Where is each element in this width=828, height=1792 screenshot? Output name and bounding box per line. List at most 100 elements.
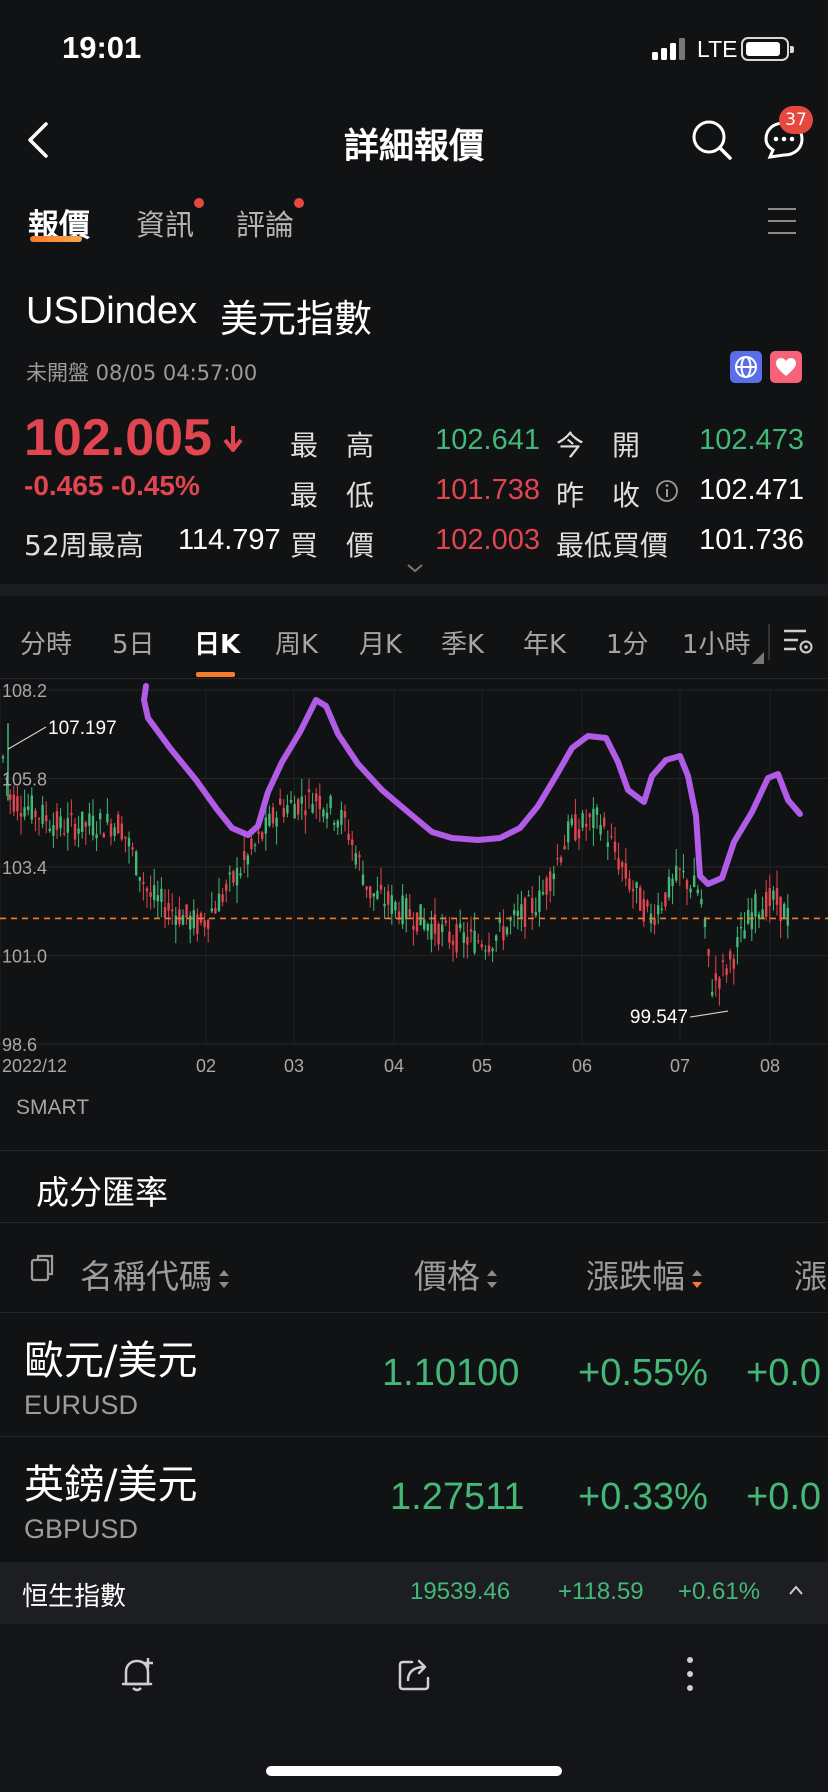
comments-dot (294, 198, 305, 208)
candle-body (1, 756, 5, 759)
sort-icon (219, 1269, 229, 1288)
chart-tab-5day[interactable]: 5日 (112, 624, 155, 661)
copy-icon[interactable] (28, 1252, 56, 1284)
candle-body (682, 870, 685, 873)
candle-body (750, 912, 753, 930)
expand-chevron-icon[interactable] (406, 562, 424, 574)
candle-body (588, 814, 591, 818)
candle-body (124, 836, 127, 839)
candle-body (19, 812, 23, 817)
candle-body (772, 890, 775, 900)
chart-tab-daily[interactable]: 日K (194, 624, 240, 661)
row-name[interactable]: 歐元/美元 (24, 1328, 197, 1386)
battery-icon (741, 37, 794, 61)
col-name-code[interactable]: 名稱代碼 (80, 1250, 230, 1298)
candle-body (466, 936, 469, 945)
tab-comments[interactable]: 評論 (236, 198, 305, 244)
candle-body (754, 893, 757, 917)
candle-body (232, 871, 235, 883)
row-name[interactable]: 英鎊/美元 (24, 1452, 197, 1510)
candle-body (376, 890, 379, 899)
col-change[interactable]: 漲 (794, 1250, 827, 1298)
tab-news[interactable]: 資訊 (136, 198, 205, 244)
col-price-label: 價格 (414, 1257, 480, 1296)
chart-tab-yearly[interactable]: 年K (523, 624, 566, 661)
x-tick-label: 08 (760, 1056, 780, 1076)
x-tick-label: 04 (384, 1056, 404, 1076)
search-icon[interactable] (690, 118, 734, 162)
candle-body (743, 930, 746, 939)
chart-tab-monthly[interactable]: 月K (359, 624, 402, 661)
candle-body (469, 929, 473, 932)
candle-body (509, 919, 512, 921)
candle-body (721, 960, 725, 962)
candle-body (275, 817, 278, 827)
candle-body (653, 918, 656, 926)
candle-body (390, 895, 393, 914)
candle-body (203, 920, 206, 928)
candle-body (127, 837, 131, 847)
candle-body (365, 886, 368, 890)
min-marker-line (689, 1010, 729, 1018)
bid-value: 102.003 (435, 524, 540, 556)
share-icon[interactable] (394, 1654, 434, 1694)
more-vertical-icon[interactable] (682, 1654, 698, 1694)
candle-body (646, 900, 649, 907)
candle-body (718, 977, 721, 989)
chart-tab-1min[interactable]: 1分 (606, 624, 649, 661)
col-price[interactable]: 價格 (414, 1250, 498, 1298)
candle-body (174, 915, 177, 925)
chart-tab-underline (196, 672, 235, 677)
candle-body (595, 807, 599, 815)
favorite-heart-icon[interactable] (770, 351, 802, 383)
candle-body (343, 811, 347, 818)
menu-icon[interactable] (766, 206, 798, 236)
candle-body (77, 828, 80, 834)
row-change-pct: +0.33% (578, 1476, 708, 1518)
chart-tab-intraday[interactable]: 分時 (20, 624, 72, 661)
chart-settings-icon[interactable] (780, 624, 814, 658)
candle-body (48, 828, 51, 832)
max-price-marker: 107.197 (48, 718, 117, 739)
add-alert-bell-icon[interactable] (118, 1654, 158, 1694)
min-bid-label: 最低買價 (556, 529, 669, 562)
candle-body (217, 893, 221, 912)
candle-body (340, 809, 343, 825)
candle-body (552, 873, 555, 880)
chart-tab-1hour[interactable]: 1小時 (682, 624, 751, 661)
candle-body (639, 887, 642, 911)
status-time: 19:01 (62, 30, 142, 65)
candle-body (664, 892, 667, 907)
col-change-pct[interactable]: 漲跌幅 (586, 1250, 703, 1298)
candle-body (358, 854, 361, 858)
section-divider (0, 1222, 828, 1223)
candle-body (41, 804, 44, 824)
news-dot (194, 198, 205, 208)
y-tick-label: 105.8 (2, 770, 47, 790)
candle-body (459, 923, 462, 929)
chart-tab-weekly[interactable]: 周K (275, 624, 318, 661)
candle-body (498, 919, 501, 923)
chart-tab-quarterly[interactable]: 季K (441, 624, 484, 661)
row-change: +0.0 (746, 1476, 822, 1518)
candle-body (210, 908, 213, 912)
candle-body (495, 935, 498, 941)
candle-body (675, 865, 678, 881)
candle-body (426, 924, 429, 931)
globe-icon[interactable] (730, 351, 762, 383)
candlestick-chart[interactable]: 107.197 99.547 108.2 105.8 103.4 101.0 98.6 2… (0, 680, 828, 1080)
chevron-up-icon[interactable] (788, 1584, 804, 1596)
candle-body (455, 924, 458, 953)
candle-body (257, 831, 260, 834)
candle-body (765, 892, 768, 917)
components-title: 成分匯率 (36, 1173, 168, 1212)
candle-body (520, 904, 523, 919)
candle-body (109, 823, 113, 837)
indicator-label[interactable]: SMART (16, 1096, 89, 1120)
candle-body (45, 815, 48, 822)
candle-body (99, 813, 102, 820)
open-value: 102.473 (699, 424, 804, 456)
candle-body (235, 867, 239, 886)
candle-body (711, 991, 714, 996)
candle-body (307, 789, 311, 793)
